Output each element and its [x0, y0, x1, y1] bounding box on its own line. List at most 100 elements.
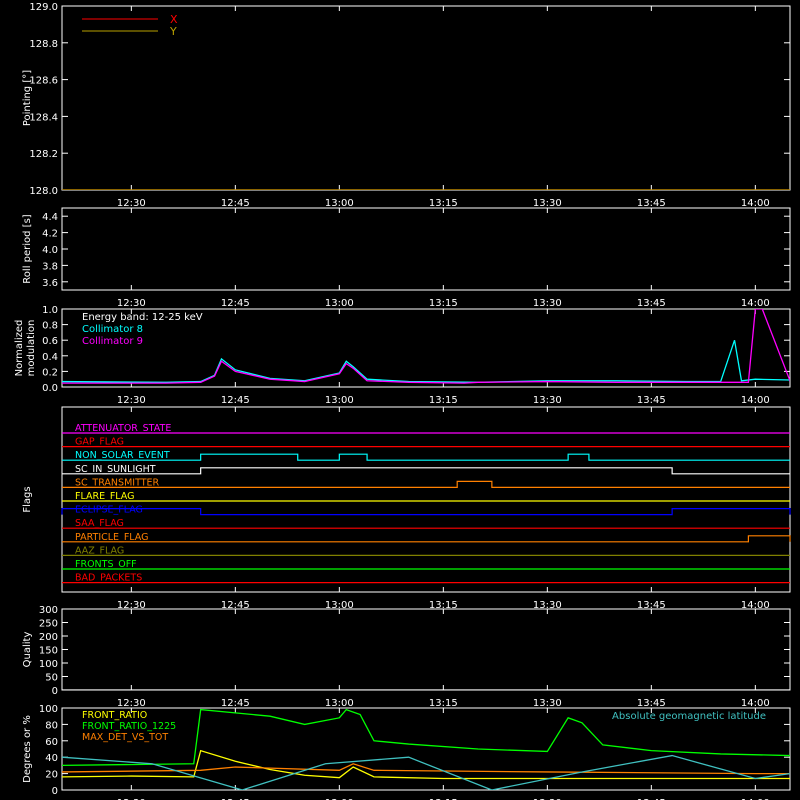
- flag-label: FLARE_FLAG: [75, 491, 135, 502]
- y-tick-label: 0.4: [42, 352, 58, 363]
- flag-line-eclipse_flag: [61, 508, 791, 516]
- time-tick-label: 12:45: [221, 395, 250, 406]
- flag-label: SAA_FLAG: [75, 518, 124, 529]
- time-tick-label: 14:00: [741, 395, 770, 406]
- time-tick-label: 13:15: [429, 298, 458, 309]
- flags-frame: [61, 406, 791, 593]
- ratios-panel: 12:3012:4513:0013:1513:3013:4514:0002040…: [22, 704, 791, 800]
- pointing-panel: 12:30 12:45 13:00 13:15 13:30 13:45 14:00 128.0…: [22, 2, 791, 209]
- latitude-annotation: Absolute geomagnetic latitude: [612, 711, 766, 722]
- flag-label: AAZ_FLAG: [75, 545, 124, 556]
- y-tick-label: 0: [52, 686, 58, 697]
- y-tick-label: 4.4: [42, 212, 58, 223]
- y-tick-label: 128.0: [29, 186, 58, 197]
- flag-label: GAP_FLAG: [75, 437, 124, 448]
- quality-panel: 12:30 12:45 13:00 13:15 13:30 13:45 14:00 0 50 10…: [22, 605, 791, 709]
- time-tick-label: 13:45: [637, 198, 666, 209]
- flag-label: BAD_PACKETS: [75, 573, 142, 584]
- time-tick-label: 12:45: [221, 298, 250, 309]
- legend-entry: MAX_DET_VS_TOT: [82, 732, 168, 743]
- flag-label: ECLIPSE_FLAG: [75, 505, 143, 516]
- y-tick-label: 20: [45, 770, 58, 781]
- plot-panels: 12:30 12:45 13:00 13:15 13:30 13:45 14:00 128.0…: [14, 2, 791, 800]
- y-tick-label: 4.0: [42, 245, 58, 256]
- time-tick-label: 12:45: [221, 198, 250, 209]
- time-tick-label: 12:30: [117, 395, 146, 406]
- y-tick-label: 300: [39, 605, 58, 616]
- modulation-panel: 12:30 12:45 13:00 13:15 13:30 13:45 14:00 0.0 0.…: [14, 305, 791, 406]
- y-tick-label: 129.0: [29, 2, 58, 13]
- time-tick-label: 13:45: [637, 698, 666, 709]
- time-tick-label: 13:30: [533, 698, 562, 709]
- legend-entry: FRONT_RATIO: [82, 710, 147, 721]
- flag-label: SC_TRANSMITTER: [75, 477, 160, 488]
- time-tick-label: 13:15: [429, 698, 458, 709]
- y-tick-label: 80: [45, 720, 58, 731]
- flag-label: NON_SOLAR_EVENT: [75, 450, 170, 461]
- y-axis-label-line1: Normalized: [14, 320, 25, 377]
- y-tick-label: 0.2: [42, 367, 58, 378]
- modulation-series-0: [62, 339, 790, 383]
- y-tick-label: 0.8: [42, 321, 58, 332]
- y-axis-label: Flags: [22, 486, 33, 512]
- flag-line-particle_flag: [62, 535, 791, 543]
- time-tick-label: 13:45: [637, 298, 666, 309]
- time-tick-label: 14:00: [741, 698, 770, 709]
- time-tick-label: 13:30: [533, 198, 562, 209]
- time-tick-label: 13:00: [325, 698, 354, 709]
- y-tick-label: 40: [45, 753, 58, 764]
- y-tick-label: 0.6: [42, 336, 58, 347]
- y-tick-label: 60: [45, 737, 58, 748]
- y-tick-label: 128.4: [29, 112, 58, 123]
- y-axis-label: Degrees or %: [22, 715, 33, 783]
- time-tick-label: 12:30: [117, 698, 146, 709]
- flags-panel: 12:30 12:45 13:00 13:15 13:30 13:45 14:00Flags…: [22, 406, 791, 611]
- quality-frame: [61, 608, 791, 691]
- time-tick-label: 13:30: [533, 395, 562, 406]
- flag-line-non_solar_event: [62, 453, 790, 461]
- rhessi-quicklook-plot: 12:30 12:45 13:00 13:15 13:30 13:45 14:00 128.0…: [0, 0, 800, 800]
- y-axis-label-line2: modulation: [26, 320, 37, 377]
- legend-entry: FRONT_RATIO_1225: [82, 721, 176, 732]
- y-tick-label: 100: [39, 659, 58, 670]
- legend-entry: Collimator 9: [82, 336, 143, 347]
- flag-line-sc_in_sunlight: [62, 467, 790, 475]
- time-tick-label: 13:15: [429, 198, 458, 209]
- y-tick-label: 0.0: [42, 383, 58, 394]
- flag-label: PARTICLE_FLAG: [75, 532, 148, 543]
- y-tick-label: 128.8: [29, 39, 58, 50]
- time-tick-label: 12:45: [221, 698, 250, 709]
- time-tick-label: 14:00: [741, 198, 770, 209]
- y-tick-label: 1.0: [42, 305, 58, 316]
- time-tick-label: 12:30: [117, 198, 146, 209]
- y-tick-label: 200: [39, 632, 58, 643]
- y-axis-label: Pointing [°]: [22, 70, 33, 126]
- legend-entry: Y: [169, 25, 177, 38]
- y-tick-label: 250: [39, 619, 58, 630]
- time-tick-label: 13:00: [325, 298, 354, 309]
- y-tick-label: 150: [39, 646, 58, 657]
- time-tick-label: 12:30: [117, 298, 146, 309]
- time-tick-label: 13:15: [429, 395, 458, 406]
- y-tick-label: 3.6: [42, 278, 58, 289]
- y-tick-label: 0: [52, 786, 58, 797]
- y-tick-label: 3.8: [42, 261, 58, 272]
- flag-label: ATTENUATOR_STATE: [75, 423, 171, 434]
- y-tick-label: 50: [45, 673, 58, 684]
- time-tick-label: 13:00: [325, 198, 354, 209]
- time-tick-label: 13:00: [325, 395, 354, 406]
- flag-label: FRONTS_OFF: [75, 559, 137, 570]
- y-tick-label: 128.6: [29, 76, 58, 87]
- legend-entry: Collimator 8: [82, 324, 143, 335]
- time-tick-label: 14:00: [741, 298, 770, 309]
- time-tick-label: 13:45: [637, 395, 666, 406]
- flag-line-sc_transmitter: [62, 480, 790, 488]
- roll-frame: [61, 207, 791, 291]
- time-tick-label: 13:30: [533, 298, 562, 309]
- y-tick-label: 4.2: [42, 229, 58, 240]
- y-tick-label: 128.2: [29, 149, 58, 160]
- energy-band-annotation: Energy band: 12-25 keV: [82, 312, 203, 323]
- flag-label: SC_IN_SUNLIGHT: [75, 464, 156, 475]
- y-axis-label: Roll period [s]: [22, 214, 33, 283]
- y-axis-label: Quality: [22, 632, 33, 668]
